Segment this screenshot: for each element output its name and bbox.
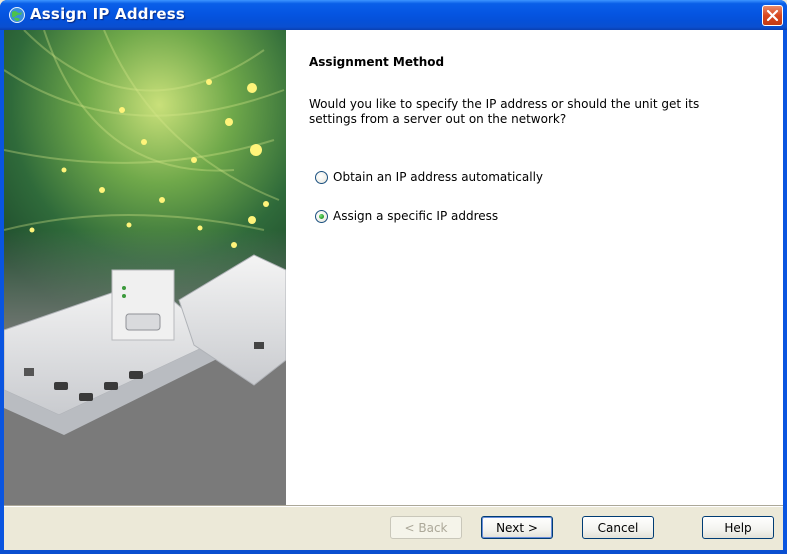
cancel-button[interactable]: Cancel	[582, 516, 654, 539]
radio-button-selected[interactable]	[315, 209, 328, 223]
radio-selected-dot	[319, 213, 324, 219]
radio-button[interactable]	[315, 170, 328, 184]
radio-label[interactable]: Obtain an IP address automatically	[333, 170, 543, 184]
close-icon	[766, 9, 779, 22]
radio-label[interactable]: Assign a specific IP address	[333, 209, 498, 223]
radio-assign-specific[interactable]: Assign a specific IP address	[315, 208, 498, 224]
next-button[interactable]: Next >	[481, 516, 553, 539]
wizard-page: Assignment Method Would you like to spec…	[4, 30, 783, 505]
page-heading: Assignment Method	[309, 55, 445, 69]
window-title: Assign IP Address	[30, 5, 185, 23]
button-separator	[4, 505, 783, 507]
radio-obtain-automatically[interactable]: Obtain an IP address automatically	[315, 169, 543, 185]
back-button[interactable]: < Back	[390, 516, 462, 539]
close-button[interactable]	[762, 5, 783, 26]
help-button[interactable]: Help	[702, 516, 774, 539]
network-globe-icon	[8, 6, 26, 24]
dialog-client-area: Assignment Method Would you like to spec…	[4, 30, 783, 550]
dialog-window: Assign IP Address Assignment Method Woul…	[0, 0, 787, 554]
page-description: Would you like to specify the IP address…	[309, 97, 700, 126]
wizard-side-image	[4, 30, 286, 505]
title-bar[interactable]: Assign IP Address	[0, 0, 787, 30]
window-frame-bottom	[0, 550, 787, 554]
